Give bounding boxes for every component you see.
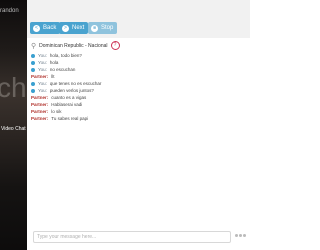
next-button-label: Next <box>72 25 85 31</box>
video-chat-label: Video Chat <box>1 126 26 132</box>
message-sender: Partner: <box>31 109 49 114</box>
chevron-left-icon: < <box>33 24 40 32</box>
location-pin-icon: ⚲ <box>31 42 37 50</box>
chevron-right-icon: > <box>62 24 69 32</box>
message-sender: You: <box>38 67 47 72</box>
message-row: Partner: Tu sabes real papi <box>31 115 241 122</box>
message-row: You: pueden verlos juntos? <box>31 87 241 94</box>
message-sender: You: <box>38 81 47 86</box>
message-row: You: hola, todo bien? <box>31 52 241 59</box>
you-dot-icon <box>31 88 35 93</box>
message-text: Hablaserai vadi <box>51 102 83 107</box>
message-input[interactable]: Type your message here... <box>33 231 231 243</box>
you-dot-icon <box>31 53 35 58</box>
message-text: Tu sabes real papi <box>51 116 89 121</box>
message-sender: Partner: <box>31 116 49 121</box>
you-dot-icon <box>31 60 35 65</box>
brand-label: randon <box>0 8 19 14</box>
video-overlay-text: ch <box>0 72 27 103</box>
you-dot-icon <box>31 81 35 86</box>
message-row: Partner: Hablaserai vadi <box>31 101 241 108</box>
country-label: Dominican Republic - Nacional <box>39 42 108 49</box>
back-button[interactable]: < Back <box>30 22 61 34</box>
chat-panel: < Back > Next ■ Stop ⚲ Dominican Republi… <box>27 0 250 250</box>
message-sender: Partner: <box>31 74 49 79</box>
help-icon[interactable]: ? <box>110 41 120 50</box>
message-row: Partner: llt <box>31 73 241 80</box>
message-text: no escuchan <box>49 67 76 72</box>
back-button-label: Back <box>43 25 57 31</box>
message-text: hola <box>49 60 59 65</box>
you-dot-icon <box>31 67 35 72</box>
message-sender: You: <box>38 88 47 93</box>
message-sender: You: <box>38 53 47 58</box>
stop-icon: ■ <box>91 24 98 32</box>
stop-button-label: Stop <box>101 25 114 31</box>
message-sender: Partner: <box>31 95 49 100</box>
toolbar: < Back > Next ■ Stop <box>27 0 250 38</box>
message-text: hola, todo bien? <box>49 53 82 58</box>
message-sender: Partner: <box>31 102 49 107</box>
video-panel: randon ch Video Chat <box>0 0 27 250</box>
next-button[interactable]: > Next <box>59 22 89 34</box>
message-text: pueden verlos juntos? <box>49 88 94 93</box>
message-list: You: hola, todo bien? You: hola You: no esc… <box>31 52 241 122</box>
message-text: lo sik <box>51 109 62 114</box>
more-options-icon[interactable] <box>234 234 246 237</box>
message-text: cuanto es a vigas <box>51 95 87 100</box>
message-row: Partner: lo sik <box>31 108 241 115</box>
message-row: Partner: cuanto es a vigas <box>31 94 241 101</box>
stop-button[interactable]: ■ Stop <box>88 22 118 34</box>
message-row: You: hola <box>31 59 241 66</box>
message-row: You: no escuchan <box>31 66 241 73</box>
message-text: que tenes no es escuchar <box>49 81 102 86</box>
partner-location: ⚲ Dominican Republic - Nacional ? <box>31 41 120 50</box>
message-text: llt <box>51 74 55 79</box>
message-row: You: que tenes no es escuchar <box>31 80 241 87</box>
message-sender: You: <box>38 60 47 65</box>
